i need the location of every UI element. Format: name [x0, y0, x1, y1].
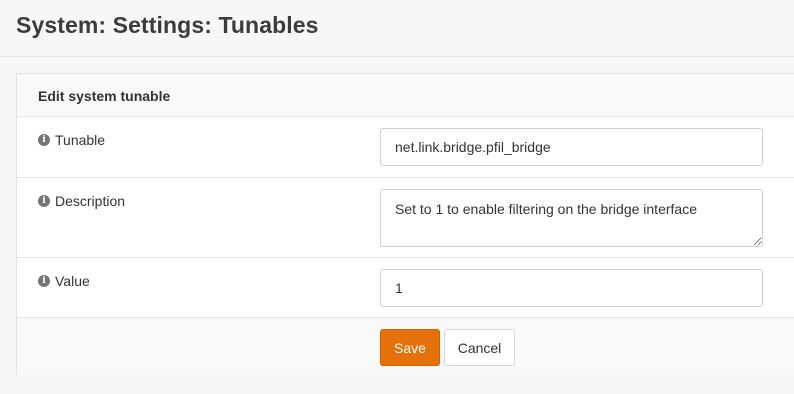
description-label-text: Description	[55, 193, 126, 209]
form-actions: Save Cancel	[17, 318, 794, 375]
page-title: System: Settings: Tunables	[16, 12, 319, 38]
tunable-edit-panel: Edit system tunable i Tunable i Descript…	[16, 73, 794, 375]
save-button[interactable]: Save	[380, 329, 440, 366]
tunable-row: i Tunable	[17, 117, 794, 178]
info-icon[interactable]: i	[38, 275, 50, 287]
page-header: System: Settings: Tunables	[0, 0, 794, 57]
description-label[interactable]: i Description	[38, 193, 125, 209]
value-label-text: Value	[55, 273, 90, 289]
tunable-label[interactable]: i Tunable	[38, 132, 105, 148]
info-icon[interactable]: i	[38, 134, 50, 146]
tunable-label-text: Tunable	[55, 132, 106, 148]
info-icon[interactable]: i	[38, 195, 50, 207]
panel-heading: Edit system tunable	[17, 74, 794, 117]
panel-heading-title: Edit system tunable	[38, 88, 171, 104]
description-textarea[interactable]: Set to 1 to enable filtering on the brid…	[380, 189, 763, 247]
description-row: i Description Set to 1 to enable filteri…	[17, 178, 794, 258]
value-input[interactable]	[380, 269, 763, 307]
cancel-button[interactable]: Cancel	[444, 329, 515, 366]
tunable-input[interactable]	[380, 128, 763, 166]
value-label[interactable]: i Value	[38, 273, 90, 289]
value-row: i Value	[17, 258, 794, 318]
